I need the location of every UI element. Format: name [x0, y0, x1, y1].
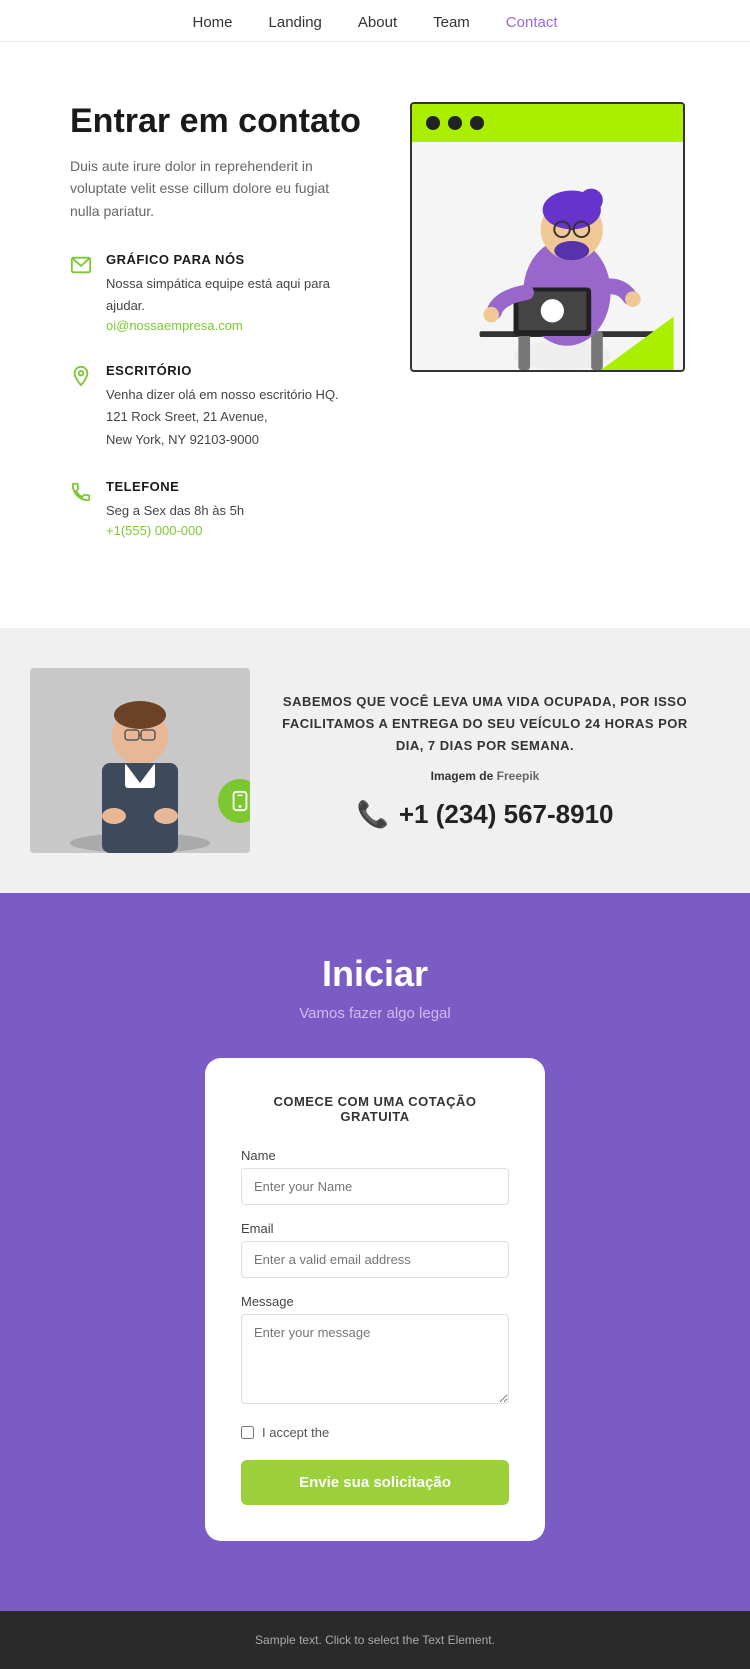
office-address2: 121 Rock Sreet, 21 Avenue,: [106, 406, 339, 428]
contact-subtitle: Duis aute irure dolor in reprehenderit i…: [70, 155, 360, 222]
cta-subheading: Vamos fazer algo legal: [30, 1005, 720, 1022]
banner-text: SABEMOS QUE VOCÊ LEVA UMA VIDA OCUPADA, …: [250, 671, 720, 850]
contact-section: Entrar em contato Duis aute irure dolor …: [0, 42, 750, 628]
phone-badge-icon: [229, 790, 250, 812]
phone-link[interactable]: +1(555) 000-000: [106, 523, 203, 538]
phone-hours: Seg a Sex das 8h às 5h: [106, 500, 244, 522]
office-address1: Venha dizer olá em nosso escritório HQ.: [106, 384, 339, 406]
banner-image-credit: Imagem de Freepik: [280, 769, 690, 783]
contact-office-item: ESCRITÓRIO Venha dizer olá em nosso escr…: [70, 363, 370, 450]
form-title: COMECE COM UMA COTAÇÃO GRATUITA: [241, 1094, 509, 1124]
nav-team[interactable]: Team: [433, 14, 470, 31]
browser-dot-2: [448, 116, 462, 130]
contact-heading: Entrar em contato: [70, 102, 370, 141]
email-label: Email: [241, 1221, 509, 1236]
person-svg: [30, 668, 250, 853]
browser-dot-3: [470, 116, 484, 130]
banner-tagline: SABEMOS QUE VOCÊ LEVA UMA VIDA OCUPADA, …: [280, 691, 690, 757]
nav-landing[interactable]: Landing: [269, 14, 322, 31]
checkbox-label: I accept the: [262, 1425, 329, 1440]
contact-email-item: GRÁFICO PARA NÓS Nossa simpática equipe …: [70, 252, 370, 335]
email-icon: [70, 254, 92, 276]
message-field-group: Message: [241, 1294, 509, 1409]
banner-section: SABEMOS QUE VOCÊ LEVA UMA VIDA OCUPADA, …: [0, 628, 750, 893]
office-address3: New York, NY 92103-9000: [106, 429, 339, 451]
browser-dot-1: [426, 116, 440, 130]
email-link[interactable]: oi@nossaempresa.com: [106, 318, 243, 333]
nav-contact[interactable]: Contact: [506, 14, 558, 31]
phone-icon: [70, 481, 92, 503]
contact-info: Entrar em contato Duis aute irure dolor …: [70, 102, 370, 568]
accept-checkbox[interactable]: [241, 1426, 254, 1439]
cta-section: Iniciar Vamos fazer algo legal COMECE CO…: [0, 893, 750, 1611]
contact-phone-item: TELEFONE Seg a Sex das 8h às 5h +1(555) …: [70, 479, 370, 540]
contact-illustration: [410, 102, 690, 568]
footer: Sample text. Click to select the Text El…: [0, 1611, 750, 1669]
location-icon: [70, 365, 92, 387]
submit-button[interactable]: Envie sua solicitação: [241, 1460, 509, 1505]
checkbox-row: I accept the: [241, 1425, 509, 1440]
name-field-group: Name: [241, 1148, 509, 1205]
nav-home[interactable]: Home: [193, 14, 233, 31]
email-field-group: Email: [241, 1221, 509, 1278]
contact-form-card: COMECE COM UMA COTAÇÃO GRATUITA Name Ema…: [205, 1058, 545, 1541]
office-title: ESCRITÓRIO: [106, 363, 339, 378]
browser-illustration: [410, 102, 685, 372]
message-label: Message: [241, 1294, 509, 1309]
email-title: GRÁFICO PARA NÓS: [106, 252, 370, 267]
email-input[interactable]: [241, 1241, 509, 1278]
banner-phone-number: 📞 +1 (234) 567-8910: [280, 799, 690, 830]
banner-phone-icon: 📞: [356, 799, 388, 830]
phone-title: TELEFONE: [106, 479, 244, 494]
email-description: Nossa simpática equipe está aqui para aj…: [106, 273, 370, 317]
navigation: Home Landing About Team Contact: [0, 0, 750, 42]
person-illustration: [412, 142, 683, 370]
footer-text: Sample text. Click to select the Text El…: [255, 1633, 495, 1647]
name-input[interactable]: [241, 1168, 509, 1205]
banner-image: [30, 668, 250, 853]
message-textarea[interactable]: [241, 1314, 509, 1404]
name-label: Name: [241, 1148, 509, 1163]
cta-heading: Iniciar: [30, 953, 720, 995]
nav-about[interactable]: About: [358, 14, 397, 31]
